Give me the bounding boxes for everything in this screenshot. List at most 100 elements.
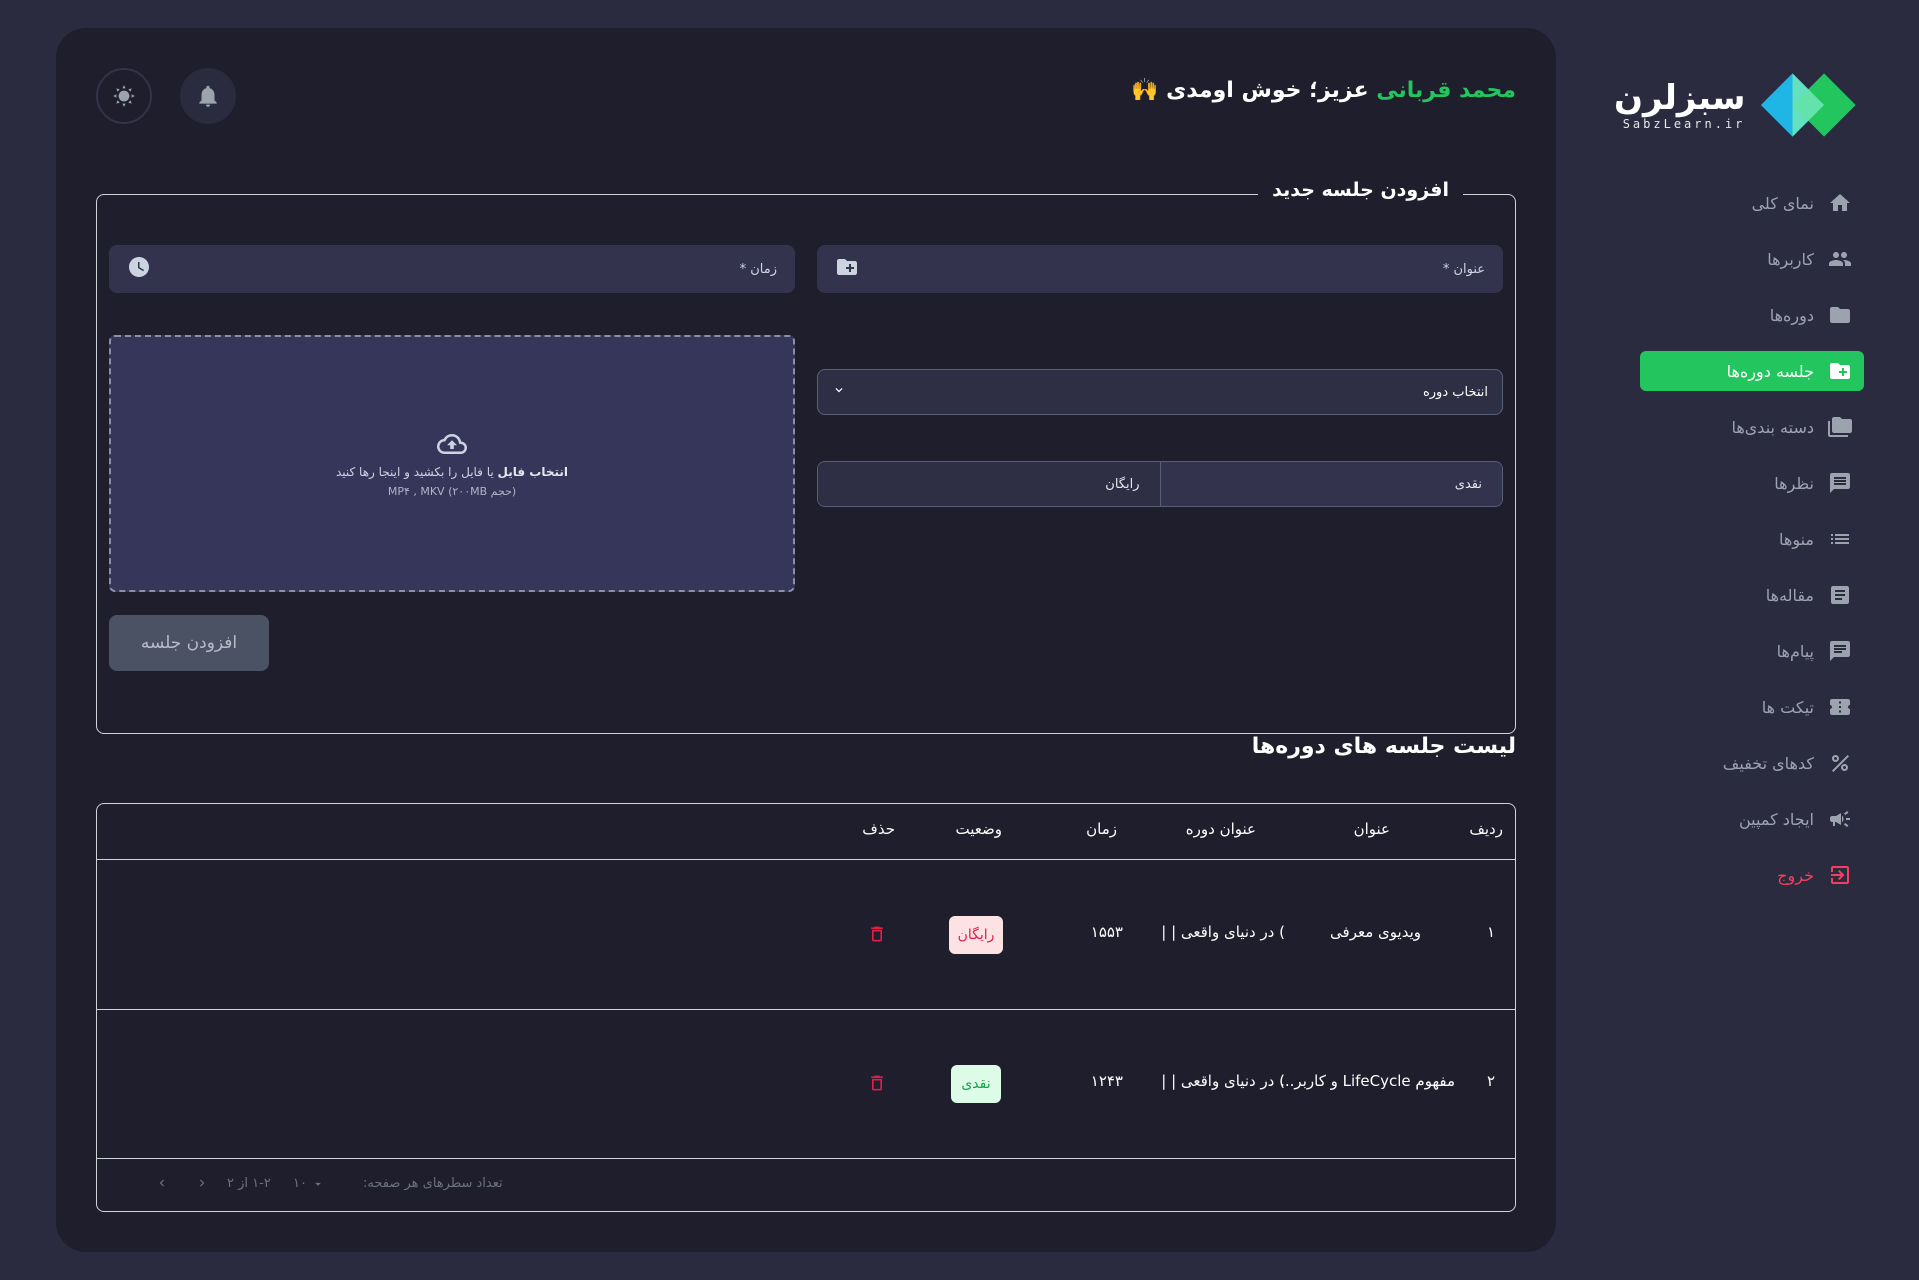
file-dropzone[interactable]: انتخاب فایل یا فایل را بکشید و اینجا رها… [109,335,795,592]
title-placeholder: عنوان * [1442,261,1485,277]
page-range: ۱-۲ از ۲ [227,1176,271,1191]
folder-add-icon [1828,359,1852,383]
prev-page-button[interactable] [155,1176,169,1194]
sessions-table: ردیف عنوان عنوان دوره زمان وضعیت حذف ۱ و… [96,803,1516,1212]
caret-down-icon [315,1182,321,1186]
campaign-icon [1828,807,1852,831]
sidebar-item-discounts[interactable]: کدهای تخفیف [1640,743,1864,783]
sidebar-nav: نمای کلی کاربرها دوره‌ها جلسه دوره‌ها دس… [1640,183,1864,911]
main-panel: محمد قربانی عزیز؛ خوش اومدی 🙌 افزودن جلس… [56,28,1556,1252]
price-option-paid[interactable]: نقدی [1159,462,1502,506]
ticket-icon [1828,695,1852,719]
percent-icon [1828,751,1852,775]
price-toggle: رایگان نقدی [817,461,1503,507]
sidebar-item-label: ایجاد کمپین [1738,809,1814,829]
status-badge: نقدی [951,1065,1001,1103]
welcome-text: عزیز؛ خوش اومدی 🙌 [1131,78,1377,103]
home-icon [1828,191,1852,215]
logo[interactable]: سبزلرن SabzLearn.ir [1614,62,1864,148]
row-index: ۱ [1486,923,1495,941]
course-select[interactable]: انتخاب دوره [817,369,1503,415]
column-header: عنوان دوره [1185,820,1256,838]
chevron-right-icon [200,1179,205,1187]
sidebar-item-label: خروج [1777,865,1814,885]
logo-text: سبزلرن [1614,78,1746,118]
form-legend: افزودن جلسه جدید [1258,179,1463,201]
sidebar-item-label: جلسه دوره‌ها [1726,361,1814,381]
bell-icon [199,85,217,107]
sessions-list-title: لیست جلسه های دوره‌ها [1251,734,1516,759]
table-header: ردیف عنوان عنوان دوره زمان وضعیت حذف [97,804,1515,860]
row-title: مفهوم LifeCycle و کاربر... [1280,1072,1455,1090]
list-icon [1828,527,1852,551]
course-select-value: انتخاب دوره [1422,384,1488,400]
sidebar-item-users[interactable]: کاربرها [1640,239,1864,279]
user-name: محمد قربانی [1376,78,1516,103]
sidebar-item-categories[interactable]: دسته بندی‌ها [1640,407,1864,447]
trash-icon [871,926,883,942]
sidebar-item-label: کدهای تخفیف [1722,753,1814,773]
table-pagination: تعداد سطرهای هر صفحه: ۱۰ ۱-۲ از ۲ [97,1160,1515,1211]
sidebar-item-comments[interactable]: نظرها [1640,463,1864,503]
users-icon [1828,247,1852,271]
folder-add-icon [835,255,859,283]
logout-icon [1828,863,1852,887]
logo-subtext: SabzLearn.ir [1622,117,1746,131]
welcome-message: محمد قربانی عزیز؛ خوش اومدی 🙌 [1131,78,1516,103]
column-header: زمان [1086,820,1117,838]
sidebar-item-campaign[interactable]: ایجاد کمپین [1640,799,1864,839]
row-course: ) در دنیای واقعی | | [1161,1072,1285,1090]
next-page-button[interactable] [195,1176,209,1194]
row-time: ۱۲۴۳ [1090,1072,1123,1090]
sidebar-item-messages[interactable]: پیام‌ها [1640,631,1864,671]
sidebar-item-label: کاربرها [1767,249,1814,269]
column-header: وضعیت [955,820,1002,838]
status-badge: رایگان [949,916,1003,954]
sidebar-item-menus[interactable]: منوها [1640,519,1864,559]
rows-per-page-select[interactable]: ۱۰ [293,1176,325,1191]
choose-file-link[interactable]: انتخاب فایل [498,465,569,479]
clock-icon [127,255,151,283]
sidebar-item-label: منوها [1779,529,1814,549]
article-icon [1828,583,1852,607]
delete-button[interactable] [867,1072,887,1094]
chevron-down-icon [832,383,846,401]
rows-per-page-label: تعداد سطرهای هر صفحه: [363,1176,503,1191]
sidebar-item-label: نمای کلی [1751,193,1814,213]
dropzone-hint: یا فایل را بکشید و اینجا رها کنید [335,465,498,479]
price-option-free[interactable]: رایگان [818,462,1160,506]
message-icon [1828,639,1852,663]
sidebar-item-label: دوره‌ها [1769,305,1814,325]
cloud-upload-icon [437,434,467,454]
sidebar-item-sessions[interactable]: جلسه دوره‌ها [1640,351,1864,391]
comment-icon [1828,471,1852,495]
row-index: ۲ [1486,1072,1495,1090]
dropzone-subtext: (حجم ۲۰۰MB) MP۴ , MKV [387,485,517,498]
row-course: ) در دنیای واقعی | | [1161,923,1285,941]
sidebar-item-label: نظرها [1774,473,1814,493]
column-header: ردیف [1469,820,1503,838]
logo-mark-icon [1761,73,1857,137]
add-session-button[interactable]: افزودن جلسه [109,615,269,671]
rows-per-page-value: ۱۰ [293,1176,307,1191]
table-row: ۲ مفهوم LifeCycle و کاربر... ) در دنیای … [97,1010,1515,1159]
column-header: حذف [862,820,895,838]
sidebar-item-articles[interactable]: مقاله‌ها [1640,575,1864,615]
sidebar-item-logout[interactable]: خروج [1640,855,1864,895]
time-placeholder: زمان * [739,261,777,277]
folder-icon [1828,303,1852,327]
sun-icon [113,85,135,107]
add-session-form: افزودن جلسه جدید عنوان * زمان * انتخاب ف… [96,179,1516,734]
time-input[interactable]: زمان * [109,245,795,293]
sidebar-item-tickets[interactable]: تیکت ها [1640,687,1864,727]
title-input[interactable]: عنوان * [817,245,1503,293]
sidebar-item-courses[interactable]: دوره‌ها [1640,295,1864,335]
trash-icon [871,1075,883,1091]
sidebar-item-label: مقاله‌ها [1765,585,1814,605]
sidebar-item-overview[interactable]: نمای کلی [1640,183,1864,223]
delete-button[interactable] [867,923,887,945]
notifications-button[interactable] [180,68,236,124]
table-row: ۱ ویدیوی معرفی ) در دنیای واقعی | | ۱۵۵۳… [97,861,1515,1010]
row-title: ویدیوی معرفی [1330,923,1421,941]
theme-toggle-button[interactable] [96,68,152,124]
